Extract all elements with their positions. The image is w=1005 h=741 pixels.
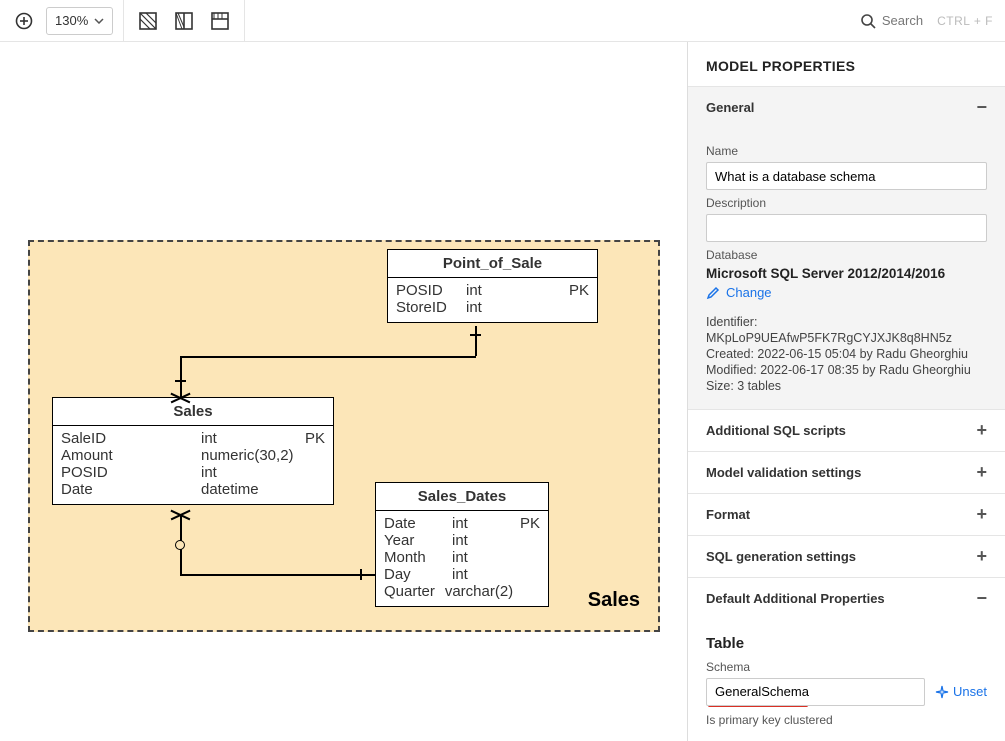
expand-icon: + (976, 420, 987, 441)
table-row: POSIDintPK (396, 282, 589, 299)
table-row: Yearint (384, 532, 540, 549)
identifier-value: MKpLoP9UEAfwP5FK7RgCYJXJK8q8HN5z (706, 331, 987, 345)
panel-style-1-icon[interactable] (134, 7, 162, 35)
defaults-table-heading: Table (706, 635, 987, 652)
section-additional-sql: Additional SQL scripts + (688, 409, 1005, 451)
search-icon (860, 13, 876, 29)
table-row: Quartervarchar(2) (384, 583, 540, 600)
section-sqlgen: SQL generation settings + (688, 535, 1005, 577)
field-label-description: Description (706, 196, 987, 210)
entity-title: Sales_Dates (376, 483, 548, 511)
section-general: General − Name Description Database Micr… (688, 86, 1005, 409)
table-row: Dayint (384, 566, 540, 583)
sparkle-icon (935, 685, 949, 699)
cardinality-zero-mark (175, 540, 185, 550)
search-box[interactable]: Search CTRL + F (848, 13, 1005, 29)
zoom-select[interactable]: 130% (46, 7, 113, 35)
panel-title: MODEL PROPERTIES (688, 42, 1005, 86)
zoom-level: 130% (55, 13, 88, 28)
expand-icon: + (976, 504, 987, 525)
change-database-link[interactable]: Change (706, 285, 772, 300)
size-line: Size: 3 tables (706, 379, 987, 393)
table-row: POSIDint (61, 464, 325, 481)
created-line: Created: 2022-06-15 05:04 by Radu Gheorg… (706, 347, 987, 361)
panel-style-3-icon[interactable] (206, 7, 234, 35)
connector-line (180, 356, 182, 397)
section-header-additional-sql[interactable]: Additional SQL scripts + (688, 410, 1005, 451)
entity-title: Sales (53, 398, 333, 426)
section-format: Format + (688, 493, 1005, 535)
diagram-canvas[interactable]: Sales Point_of_Sale POSIDintPK StoreIDin… (0, 42, 687, 741)
section-header-general[interactable]: General − (688, 87, 1005, 128)
panel-style-2-icon[interactable] (170, 7, 198, 35)
table-row: Amountnumeric(30,2) (61, 447, 325, 464)
field-label-database: Database (706, 248, 987, 262)
entity-point-of-sale[interactable]: Point_of_Sale POSIDintPK StoreIDint (387, 249, 598, 323)
chevron-down-icon (94, 18, 104, 24)
expand-icon: + (976, 546, 987, 567)
collapse-icon: − (976, 588, 987, 609)
pencil-icon (706, 286, 720, 300)
section-header-sqlgen[interactable]: SQL generation settings + (688, 536, 1005, 577)
collapse-icon: − (976, 97, 987, 118)
cardinality-one-mark (360, 569, 362, 580)
entity-title: Point_of_Sale (388, 250, 597, 278)
identifier-label: Identifier: (706, 315, 987, 329)
section-header-defaults[interactable]: Default Additional Properties − (688, 578, 1005, 619)
search-shortcut-hint: CTRL + F (937, 14, 993, 28)
connector-line (475, 326, 477, 356)
connector-line (180, 356, 476, 358)
table-row: DateintPK (384, 515, 540, 532)
cardinality-one-mark (175, 380, 186, 382)
section-validation: Model validation settings + (688, 451, 1005, 493)
section-defaults: Default Additional Properties − Table Sc… (688, 577, 1005, 741)
table-row: Monthint (384, 549, 540, 566)
connector-line (180, 574, 375, 576)
modified-line: Modified: 2022-06-17 08:35 by Radu Gheor… (706, 363, 987, 377)
entity-sales[interactable]: Sales SaleIDintPK Amountnumeric(30,2) PO… (52, 397, 334, 505)
field-label-name: Name (706, 144, 987, 158)
name-input[interactable] (706, 162, 987, 190)
database-value: Microsoft SQL Server 2012/2014/2016 (706, 266, 987, 281)
table-row: SaleIDintPK (61, 430, 325, 447)
table-row: StoreIDint (396, 299, 589, 316)
top-toolbar: 130% Search CTRL + F (0, 0, 1005, 42)
cardinality-one-mark (470, 334, 481, 336)
search-placeholder: Search (882, 13, 923, 28)
section-header-validation[interactable]: Model validation settings + (688, 452, 1005, 493)
unset-link[interactable]: Unset (935, 684, 987, 699)
section-header-format[interactable]: Format + (688, 494, 1005, 535)
schema-input[interactable] (706, 678, 925, 706)
add-icon[interactable] (10, 7, 38, 35)
description-input[interactable] (706, 214, 987, 242)
entity-sales-dates[interactable]: Sales_Dates DateintPK Yearint Monthint D… (375, 482, 549, 607)
expand-icon: + (976, 462, 987, 483)
properties-panel: MODEL PROPERTIES General − Name Descript… (687, 42, 1005, 741)
field-label-schema: Schema (706, 660, 987, 674)
schema-label: Sales (588, 589, 640, 612)
table-row: Datedatetime (61, 481, 325, 498)
pk-clustered-label: Is primary key clustered (706, 713, 987, 727)
